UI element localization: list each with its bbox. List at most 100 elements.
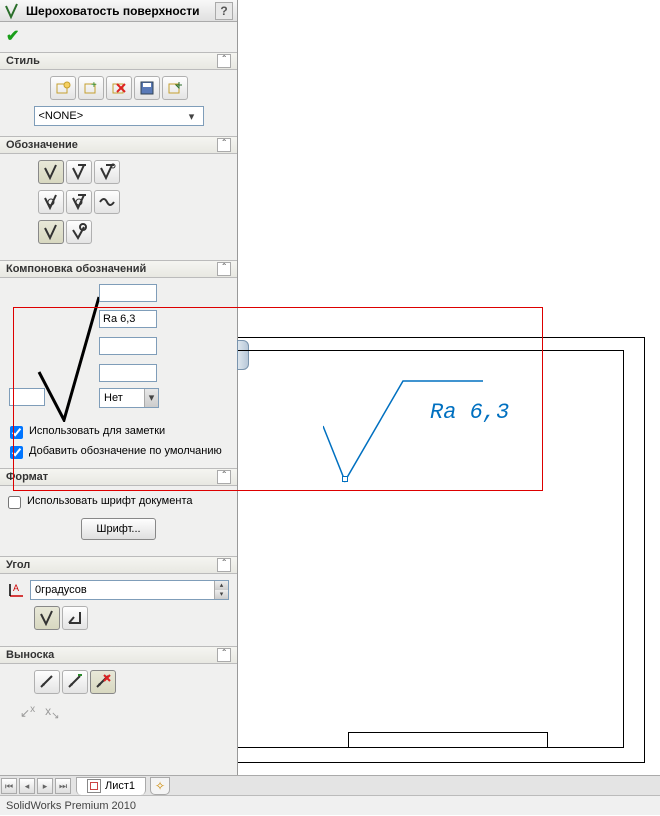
section-leader-body: ↙x x↘	[0, 664, 237, 731]
symbol-allround-button[interactable]	[66, 220, 92, 244]
style-save-button[interactable]	[134, 76, 160, 100]
leader-no-button[interactable]	[90, 670, 116, 694]
lay-combo-value: Нет	[104, 392, 123, 404]
angle-icon: A	[8, 581, 26, 599]
section-format-body: Использовать шрифт документа Шрифт...	[0, 486, 237, 552]
symbol-nomachine-allround-button[interactable]	[66, 190, 92, 214]
leader-yes-button[interactable]	[62, 670, 88, 694]
style-apply-button[interactable]	[50, 76, 76, 100]
symbol-none-button[interactable]	[94, 190, 120, 214]
use-for-notes-label: Использовать для заметки	[29, 425, 165, 437]
symbol-basic-button[interactable]	[38, 160, 64, 184]
angle-input[interactable]: 0градусов ▴ ▾	[30, 580, 229, 600]
symbol-machined-allround-button[interactable]	[94, 160, 120, 184]
section-leader-title: Выноска	[6, 649, 54, 661]
sheet-tab-1[interactable]: Лист1	[76, 777, 146, 795]
ok-button[interactable]: ✔	[6, 28, 19, 45]
collapse-icon: ˆ	[217, 262, 231, 276]
section-angle-body: A 0градусов ▴ ▾	[0, 574, 237, 642]
tab-first-button[interactable]: ⏮	[1, 778, 17, 794]
tab-last-button[interactable]: ⏭	[55, 778, 71, 794]
section-format-title: Формат	[6, 471, 48, 483]
confirm-row: ✔	[0, 22, 237, 50]
layout-fields: Ra 6,3 Нет ▾	[4, 282, 233, 422]
chevron-down-icon: ▾	[185, 110, 199, 123]
sheet-tab-bar: ⏮ ◂ ▸ ⏭ Лист1 ✧	[0, 775, 660, 795]
angle-input-row: A 0градусов ▴ ▾	[8, 580, 229, 600]
add-default-row: Добавить обозначение по умолчанию	[4, 442, 233, 462]
section-leader-head[interactable]: Выноска ˆ	[0, 646, 237, 664]
field-top4[interactable]	[99, 364, 157, 382]
font-button[interactable]: Шрифт...	[81, 518, 155, 540]
section-layout-body: Ra 6,3 Нет ▾ Использовать для заметки До…	[0, 278, 237, 464]
leader-auto-button[interactable]	[34, 670, 60, 694]
section-style-title: Стиль	[6, 55, 40, 67]
property-panel: Шероховатость поверхности ? ✔ Стиль ˆ +	[0, 0, 238, 775]
style-load-button[interactable]	[162, 76, 188, 100]
field-ra[interactable]: Ra 6,3	[99, 310, 157, 328]
style-combo[interactable]: <NONE> ▾	[34, 106, 204, 126]
leader-y-icon: x↘	[45, 704, 59, 721]
use-doc-font-checkbox[interactable]	[8, 496, 21, 509]
help-button[interactable]: ?	[215, 2, 233, 20]
surface-finish-handle[interactable]	[342, 476, 348, 482]
drawing-canvas[interactable]: Ra 6,3	[238, 0, 660, 775]
section-symbol-head[interactable]: Обозначение ˆ	[0, 136, 237, 154]
section-symbol-title: Обозначение	[6, 139, 78, 151]
add-default-checkbox[interactable]	[10, 446, 23, 459]
style-combo-value: <NONE>	[39, 110, 84, 122]
spin-down-button[interactable]: ▾	[214, 590, 228, 599]
use-for-notes-checkbox[interactable]	[10, 426, 23, 439]
style-add-button[interactable]: +	[78, 76, 104, 100]
chevron-down-icon: ▾	[144, 389, 158, 407]
tab-prev-button[interactable]: ◂	[19, 778, 35, 794]
style-delete-button[interactable]	[106, 76, 132, 100]
surface-finish-text: Ra 6,3	[430, 400, 509, 425]
section-format: Формат ˆ Использовать шрифт документа Шр…	[0, 468, 237, 552]
use-doc-font-label: Использовать шрифт документа	[27, 495, 192, 507]
section-layout-title: Компоновка обозначений	[6, 263, 146, 275]
app-frame: Шероховатость поверхности ? ✔ Стиль ˆ +	[0, 0, 660, 775]
angle-value: 0градусов	[35, 584, 87, 596]
field-left[interactable]	[9, 388, 45, 406]
section-style: Стиль ˆ +	[0, 52, 237, 132]
section-layout-head[interactable]: Компоновка обозначений ˆ	[0, 260, 237, 278]
sheet-tab-label: Лист1	[105, 780, 135, 792]
style-buttons: +	[8, 76, 229, 100]
field-top3[interactable]	[99, 337, 157, 355]
field-top1[interactable]	[99, 284, 157, 302]
collapse-icon: ˆ	[217, 648, 231, 662]
section-symbol: Обозначение ˆ	[0, 136, 237, 256]
status-bar: SolidWorks Premium 2010	[0, 795, 660, 815]
collapse-icon: ˆ	[217, 54, 231, 68]
section-symbol-body	[0, 154, 237, 256]
section-layout: Компоновка обозначений ˆ Ra 6,3 Нет ▾	[0, 260, 237, 464]
section-format-head[interactable]: Формат ˆ	[0, 468, 237, 486]
section-angle: Угол ˆ A 0градусов ▴ ▾	[0, 556, 237, 642]
surface-finish-placed-icon[interactable]	[323, 371, 493, 491]
symbol-nomachine-button[interactable]	[38, 190, 64, 214]
svg-text:A: A	[13, 583, 19, 593]
panel-header: Шероховатость поверхности ?	[0, 0, 237, 22]
lay-combo[interactable]: Нет ▾	[99, 388, 159, 408]
collapse-icon: ˆ	[217, 558, 231, 572]
tab-next-button[interactable]: ▸	[37, 778, 53, 794]
collapse-icon: ˆ	[217, 470, 231, 484]
add-sheet-button[interactable]: ✧	[150, 777, 170, 795]
add-default-label: Добавить обозначение по умолчанию	[29, 445, 222, 457]
symbol-machined-button[interactable]	[66, 160, 92, 184]
section-leader: Выноска ˆ ↙x x↘	[0, 646, 237, 731]
svg-text:+: +	[91, 80, 97, 91]
section-angle-title: Угол	[6, 559, 30, 571]
use-for-notes-row: Использовать для заметки	[4, 422, 233, 442]
angle-normal-button[interactable]	[34, 606, 60, 630]
section-style-body: + <NONE> ▾	[0, 70, 237, 132]
collapse-icon: ˆ	[217, 138, 231, 152]
leader-xy-row: ↙x x↘	[8, 700, 229, 725]
surface-finish-icon	[4, 2, 22, 20]
symbol-local-button[interactable]	[38, 220, 64, 244]
spin-up-button[interactable]: ▴	[214, 581, 228, 590]
section-angle-head[interactable]: Угол ˆ	[0, 556, 237, 574]
angle-rotated-button[interactable]	[62, 606, 88, 630]
section-style-head[interactable]: Стиль ˆ	[0, 52, 237, 70]
